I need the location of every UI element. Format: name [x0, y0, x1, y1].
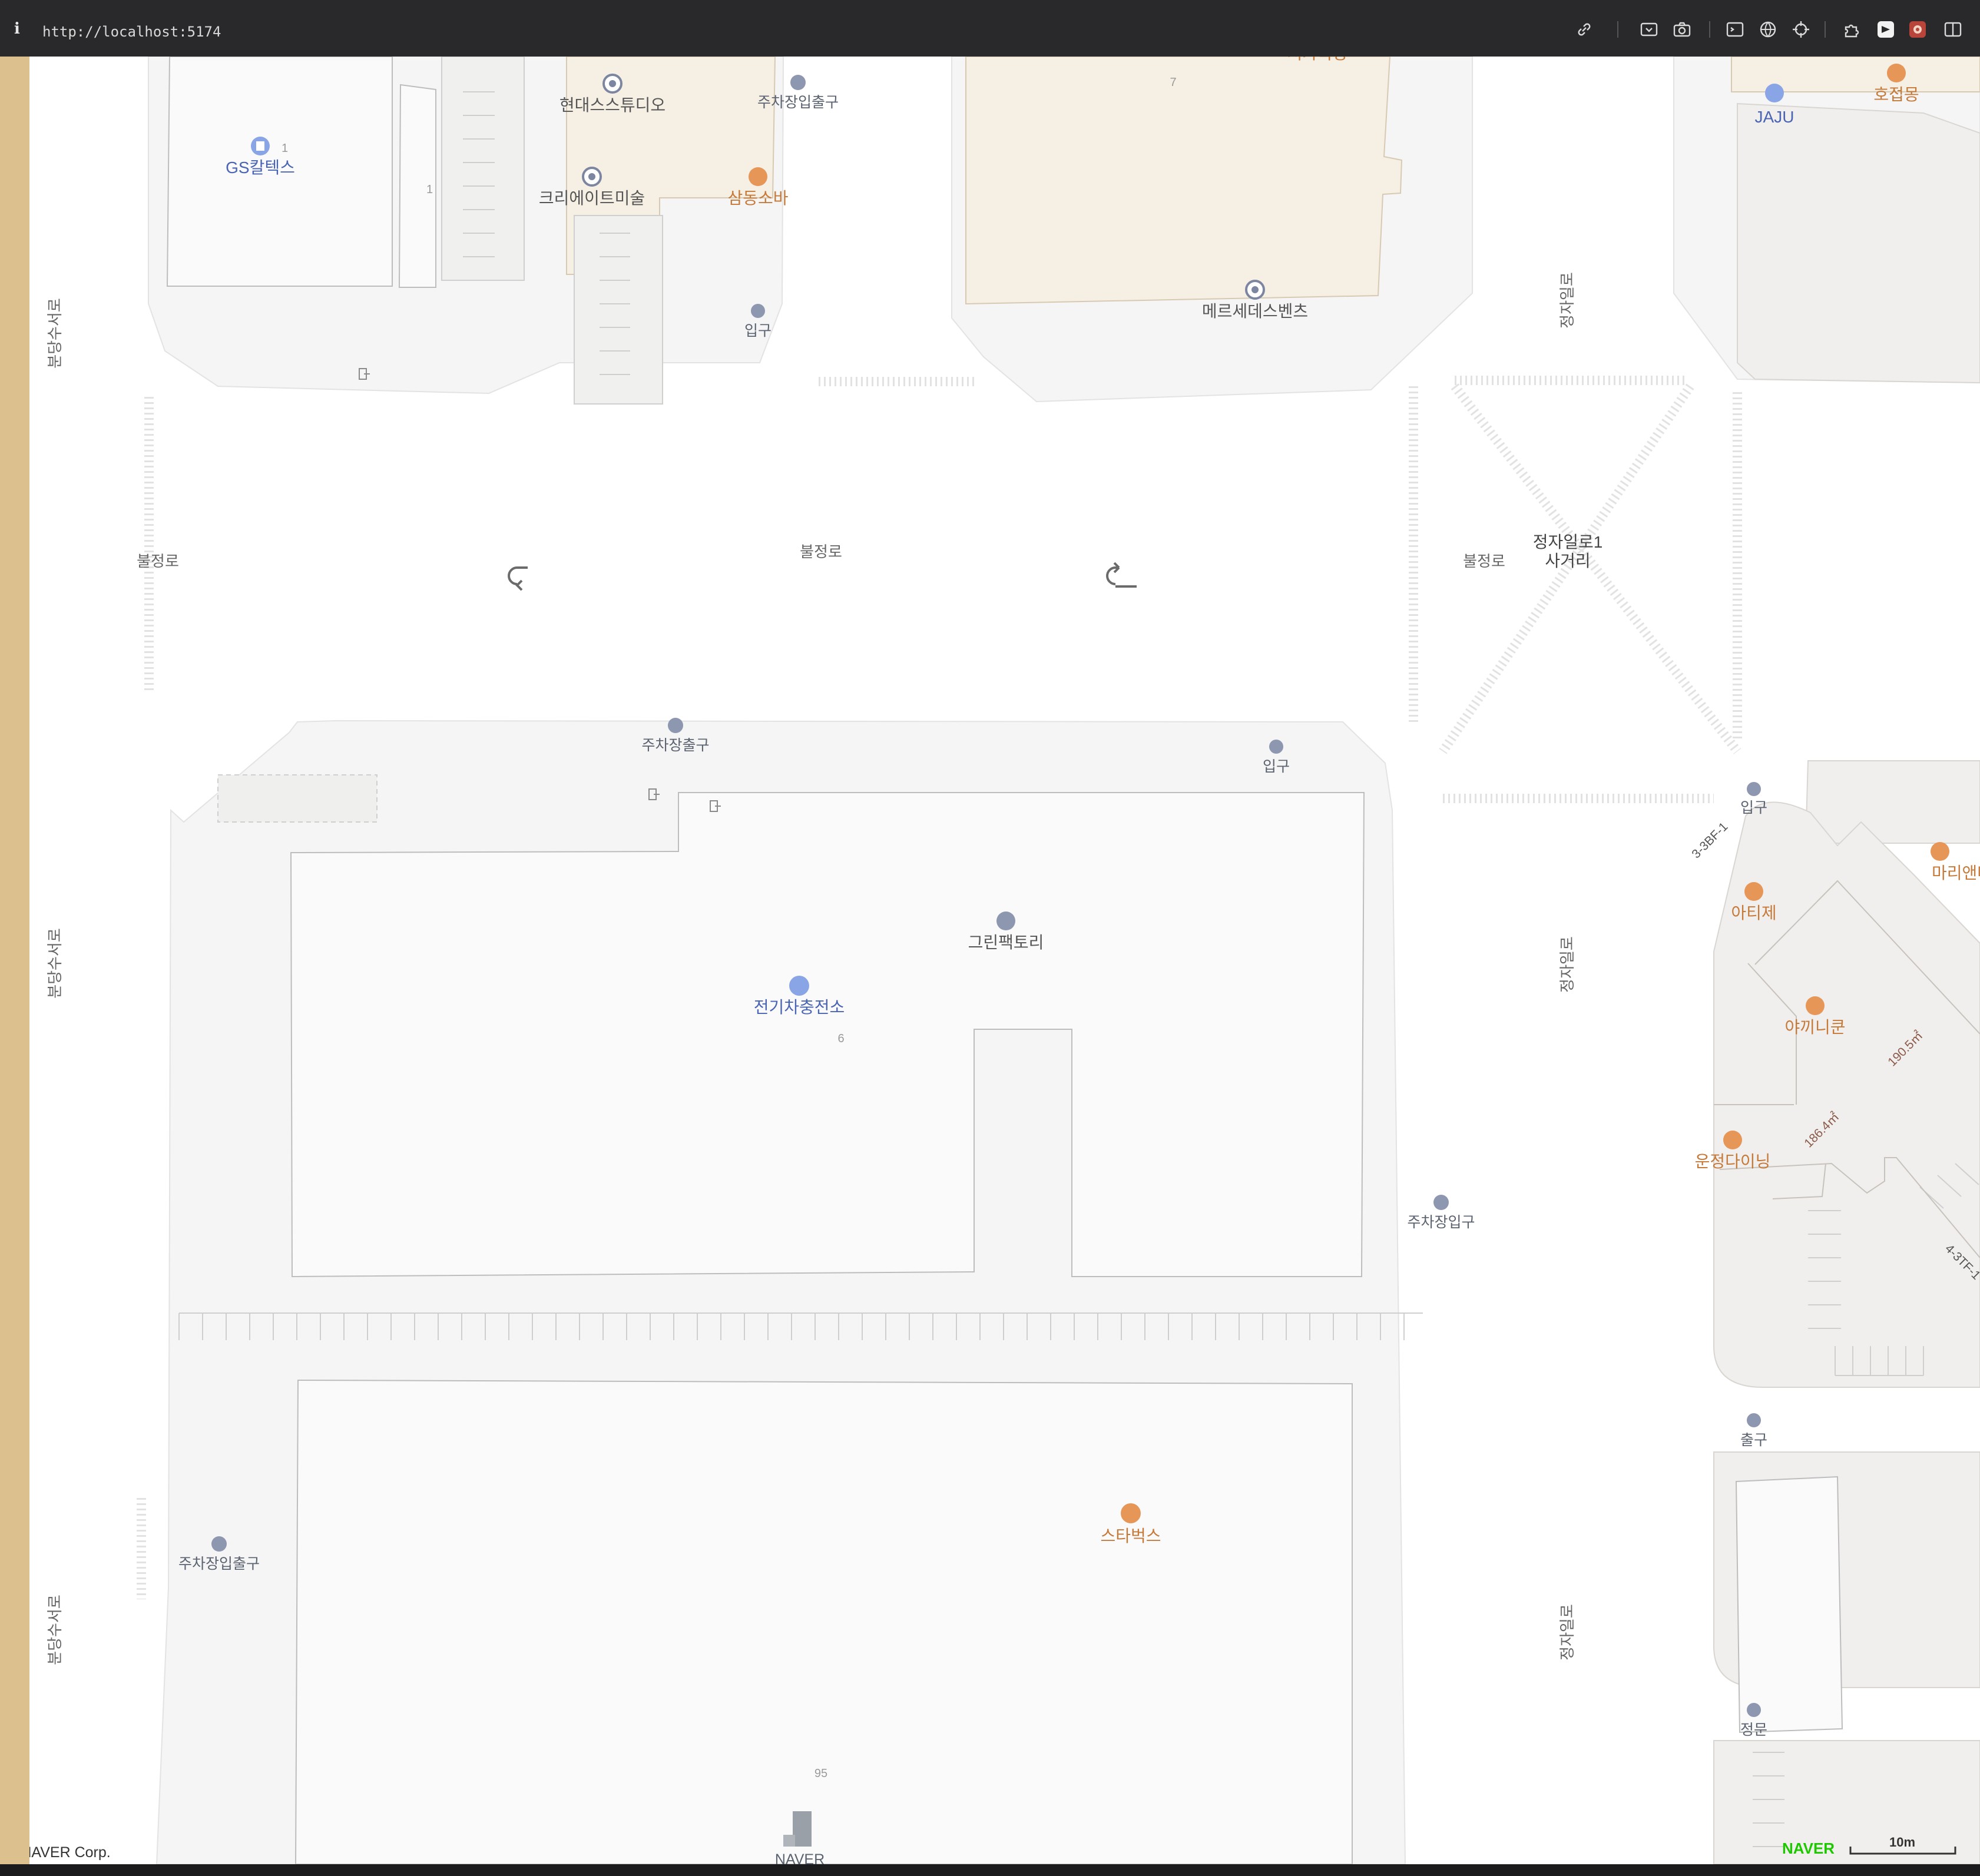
road-label-bul-2: 불정로: [800, 543, 842, 561]
gs-label[interactable]: GS칼텍스: [226, 158, 295, 177]
terminal-icon[interactable]: [1726, 20, 1744, 39]
green-marker-icon: [996, 912, 1015, 930]
atije-marker-icon: [1744, 882, 1763, 901]
u-turn-left-icon: [508, 566, 528, 591]
scale-label: 10m: [1889, 1835, 1915, 1850]
entrance-right-label[interactable]: 입구: [1740, 800, 1767, 816]
exit-icon: [1747, 1413, 1761, 1427]
sidebar-icon[interactable]: [1943, 20, 1962, 39]
turn-arrows: [508, 562, 1137, 591]
intersection-label-1: 정자일로1: [1533, 533, 1603, 551]
entrance-top-icon: [751, 304, 765, 318]
entrance-top-label[interactable]: 입구: [744, 323, 772, 339]
green-factory: [290, 792, 1365, 1278]
crosshair-icon[interactable]: [1792, 20, 1810, 39]
hojeop-label[interactable]: 호접몽: [1873, 85, 1919, 104]
map-canvas[interactable]: 분당수서로 분당수서로 분당수서로 불정로 불정로 불정로 정자일로 정자일로 …: [29, 57, 1980, 1864]
marie-marker-icon: [1931, 842, 1949, 861]
jaju-building: [1737, 102, 1980, 384]
u-turn-right-icon: [1106, 562, 1137, 588]
ev-marker-icon: [789, 976, 809, 996]
bottom-building: [294, 1379, 1353, 1864]
browser-toolbar: i http://localhost:5174: [0, 0, 1980, 57]
top-cut-label[interactable]: 서가육장: [1287, 57, 1347, 62]
road-label-jeong-2: 정자일로: [1558, 936, 1576, 993]
entrance-right-icon: [1747, 782, 1761, 796]
parking-exit-icon: [668, 718, 683, 733]
jaju-label[interactable]: JAJU: [1755, 108, 1794, 126]
road-label-west-2: 분당수서로: [46, 928, 64, 999]
road-label-bul-3: 불정로: [1463, 552, 1505, 570]
parking-io-top-label[interactable]: 주차장입출구: [757, 94, 839, 111]
exit-label[interactable]: 출구: [1740, 1432, 1767, 1449]
main-gate-icon: [1747, 1703, 1761, 1717]
road-label-bul-1: 불정로: [137, 552, 179, 570]
gs-number-1: 1: [282, 142, 288, 155]
mercedes-building: [965, 57, 1403, 305]
mercedes-number: 7: [1170, 76, 1176, 89]
create-label[interactable]: 크리에이트미술: [539, 189, 645, 207]
naver-tower-icon: [793, 1811, 812, 1847]
extension-active-icon[interactable]: [1876, 20, 1895, 39]
address-bar[interactable]: http://localhost:5174: [42, 24, 221, 40]
camera-icon[interactable]: [1673, 20, 1691, 39]
parking-entrance-label[interactable]: 주차장입구: [1407, 1214, 1475, 1231]
mercedes-label[interactable]: 메르세데스벤츠: [1202, 302, 1308, 320]
floor-label-1: 3-3BF-1: [1689, 820, 1730, 861]
samdong-label[interactable]: 삼동소바: [727, 189, 788, 207]
hojeop-marker-icon: [1887, 64, 1906, 82]
parking-entrance-icon: [1433, 1195, 1449, 1210]
road-label-west-1: 분당수서로: [46, 298, 64, 369]
copyright-label: © NAVER Corp.: [29, 1844, 111, 1861]
right-building-1: [1804, 760, 1980, 844]
map-svg: 분당수서로 분당수서로 분당수서로 불정로 불정로 불정로 정자일로 정자일로 …: [29, 57, 1980, 1864]
right-white-building: [1735, 1476, 1843, 1734]
intersection-label-2: 사거리: [1545, 552, 1590, 570]
parking-io-left-label[interactable]: 주차장입출구: [178, 1556, 260, 1572]
entrance-mid-label[interactable]: 입구: [1263, 758, 1290, 775]
info-icon[interactable]: i: [14, 20, 20, 38]
toolbar-separator: [1709, 21, 1710, 38]
right-building-3: [1713, 1740, 1980, 1864]
road-label-jeong-1: 정자일로: [1558, 272, 1576, 329]
akkinikun-label[interactable]: 야끼니쿤: [1784, 1018, 1845, 1036]
unjeong-label[interactable]: 운정다이닝: [1695, 1152, 1771, 1171]
bottom-number: 95: [814, 1767, 827, 1780]
extensions-icon[interactable]: [1843, 20, 1862, 39]
screenshot-region-icon[interactable]: [1640, 20, 1658, 39]
atije-label[interactable]: 아티제: [1731, 904, 1776, 922]
samdong-marker-icon: [749, 167, 767, 186]
jaju-marker-icon: [1765, 84, 1784, 102]
road-label-west-3: 분당수서로: [46, 1595, 64, 1665]
ev-label[interactable]: 전기차충전소: [754, 998, 845, 1016]
marie-label[interactable]: 마리앤마사: [1932, 864, 1980, 882]
naver-logo[interactable]: NAVER: [1782, 1839, 1835, 1857]
akkinikun-marker-icon: [1806, 996, 1825, 1015]
toolbar-separator: [1825, 21, 1826, 38]
block-number: 6: [837, 1032, 844, 1045]
starbucks-label[interactable]: 스타벅스: [1100, 1527, 1161, 1545]
starbucks-marker-icon: [1121, 1503, 1141, 1523]
globe-icon[interactable]: [1759, 20, 1777, 39]
extension-red-icon[interactable]: [1908, 20, 1927, 39]
green-label[interactable]: 그린팩토리: [968, 933, 1044, 952]
road-label-jeong-3: 정자일로: [1558, 1604, 1576, 1660]
naver-tower-label[interactable]: NAVER: [775, 1851, 825, 1864]
parking-io-left-icon: [211, 1536, 227, 1552]
gs-number-2: 1: [426, 183, 433, 196]
unjeong-marker-icon: [1723, 1131, 1742, 1149]
main-gate-label[interactable]: 정문: [1740, 1722, 1767, 1738]
link-icon[interactable]: [1575, 20, 1594, 39]
parking-exit-label[interactable]: 주차장출구: [641, 737, 709, 754]
entrance-mid-icon: [1269, 740, 1283, 754]
hyundai-label[interactable]: 현대스스튜디오: [559, 96, 665, 114]
sidebar-strip: [0, 57, 29, 1864]
toolbar-separator: [1617, 21, 1618, 38]
parking-io-top-icon: [790, 75, 806, 90]
window-bottom-edge: [0, 1864, 1980, 1876]
